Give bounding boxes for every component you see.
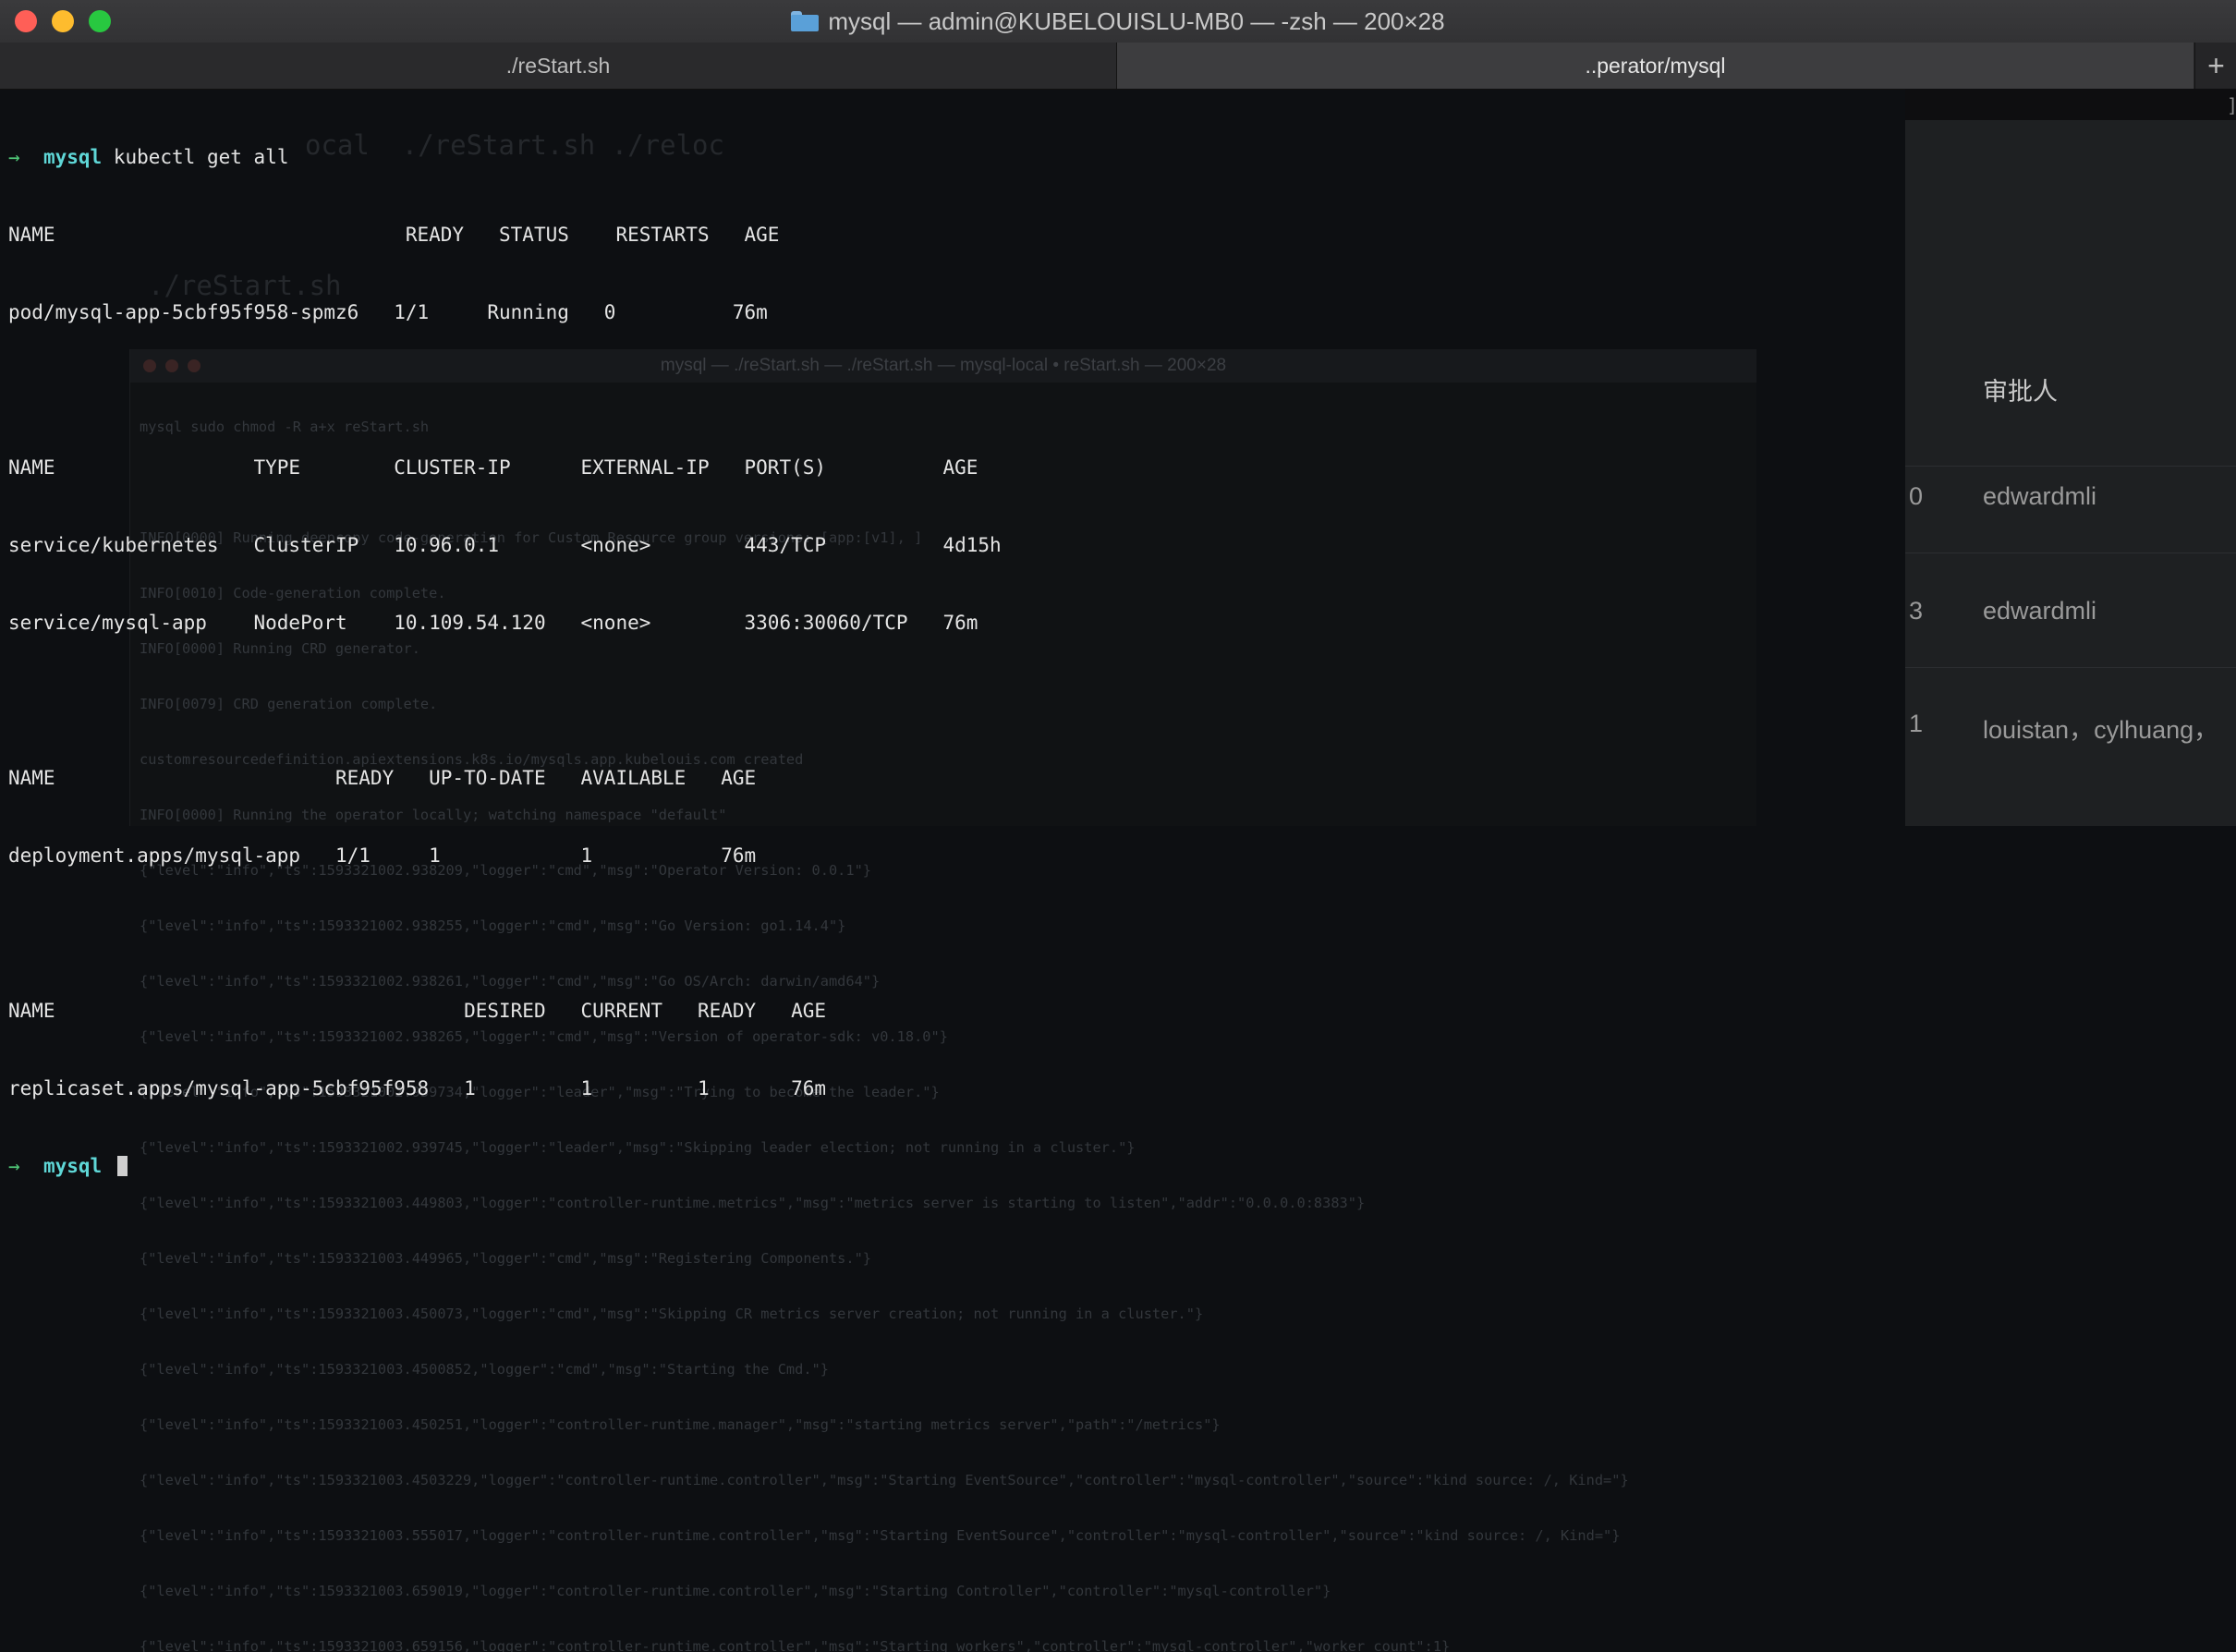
log-line: {"level":"info","ts":1593321003.4503229,… (140, 1472, 1629, 1488)
prompt-directory: mysql (43, 1155, 103, 1177)
row-number: 1 (1909, 710, 1924, 737)
current-prompt-line[interactable]: → mysql (8, 1153, 1002, 1179)
output-line: NAME READY STATUS RESTARTS AGE (8, 224, 780, 246)
background-page: 审批人 0 edwardmli 3 edwardmli 1 louistan，c… (1905, 89, 2236, 826)
log-line: {"level":"info","ts":1593321003.555017,"… (140, 1527, 1621, 1544)
log-line: {"level":"info","ts":1593321003.4500852,… (140, 1361, 829, 1378)
divider (1905, 667, 2236, 668)
output-line: service/mysql-app NodePort 10.109.54.120… (8, 612, 978, 634)
log-line: {"level":"info","ts":1593321003.659019,"… (140, 1583, 1331, 1599)
output-line: NAME READY UP-TO-DATE AVAILABLE AGE (8, 767, 757, 789)
divider (1905, 466, 2236, 467)
row-number: 0 (1909, 482, 1924, 510)
terminal-output[interactable]: → mysql kubectl get all NAME READY STATU… (8, 92, 1002, 1205)
tab-label: ..perator/mysql (1585, 53, 1726, 78)
output-line: deployment.apps/mysql-app 1/1 1 1 76m (8, 844, 757, 867)
prompt-directory: mysql (43, 146, 103, 168)
tab-restart-sh[interactable]: ./reStart.sh (0, 43, 1117, 89)
tab-bar: ./reStart.sh ..perator/mysql + (0, 43, 2236, 90)
log-line: {"level":"info","ts":1593321003.449965,"… (140, 1250, 872, 1267)
window-title: mysql — admin@KUBELOUISLU-MB0 — -zsh — 2… (0, 0, 2236, 43)
scroll-marker: ] (2227, 94, 2236, 116)
folder-icon (791, 11, 820, 31)
output-line: NAME DESIRED CURRENT READY AGE (8, 1000, 827, 1022)
prompt-arrow-icon: → (8, 146, 20, 168)
title-bar: mysql — admin@KUBELOUISLU-MB0 — -zsh — 2… (0, 0, 2236, 43)
log-line: {"level":"info","ts":1593321003.450251,"… (140, 1416, 1221, 1433)
approver-cell: edwardmli (1983, 482, 2097, 510)
command-line: → mysql kubectl get all (8, 144, 1002, 170)
output-line: NAME TYPE CLUSTER-IP EXTERNAL-IP PORT(S)… (8, 456, 978, 479)
window-title-text: mysql — admin@KUBELOUISLU-MB0 — -zsh — 2… (828, 6, 1445, 35)
background-page-strip (1905, 89, 2236, 120)
text-cursor (116, 1156, 128, 1176)
tab-operator-mysql[interactable]: ..perator/mysql (1117, 43, 2193, 89)
output-line: pod/mysql-app-5cbf95f958-spmz6 1/1 Runni… (8, 301, 768, 323)
output-line: service/kubernetes ClusterIP 10.96.0.1 <… (8, 534, 1002, 556)
prompt-arrow-icon: → (8, 1155, 20, 1177)
new-tab-button[interactable]: + (2194, 43, 2236, 89)
command-text: kubectl get all (113, 146, 289, 168)
log-line: {"level":"info","ts":1593321003.450073,"… (140, 1306, 1204, 1322)
approver-cell: edwardmli (1983, 597, 2097, 625)
row-number: 3 (1909, 597, 1924, 625)
log-line: {"level":"info","ts":1593321003.659156,"… (140, 1638, 1451, 1652)
output-line: replicaset.apps/mysql-app-5cbf95f958 1 1… (8, 1077, 827, 1099)
approver-header: 审批人 (1983, 378, 2058, 406)
tab-label: ./reStart.sh (505, 53, 611, 78)
approver-cell: louistan，cylhuang， (1983, 716, 2219, 744)
